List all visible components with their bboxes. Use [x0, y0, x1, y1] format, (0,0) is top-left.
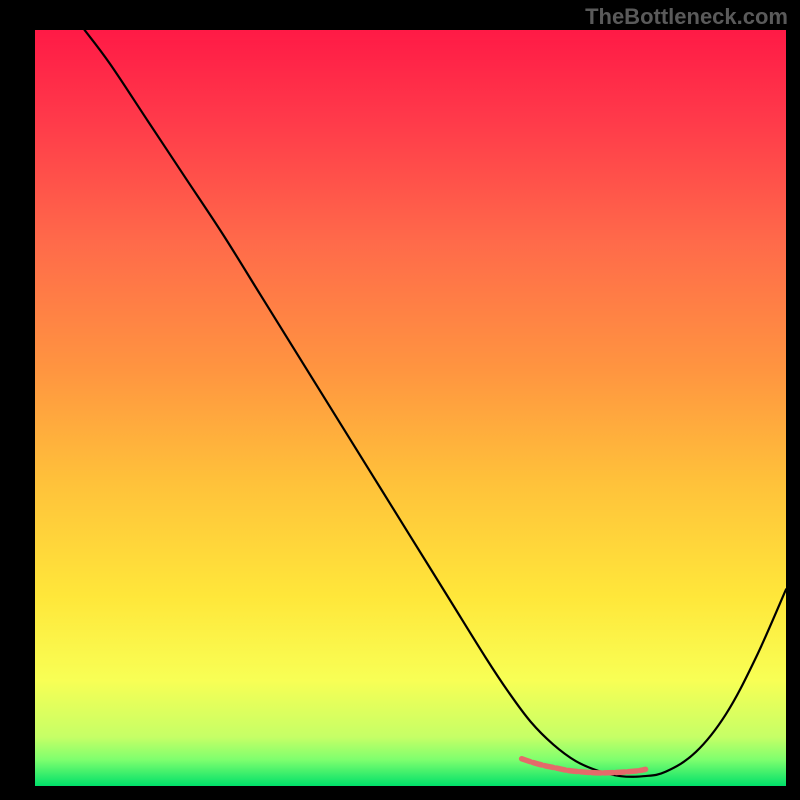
- bottleneck-chart: [0, 0, 800, 800]
- watermark-text: TheBottleneck.com: [585, 4, 788, 30]
- chart-container: TheBottleneck.com: [0, 0, 800, 800]
- gradient-background: [35, 30, 786, 786]
